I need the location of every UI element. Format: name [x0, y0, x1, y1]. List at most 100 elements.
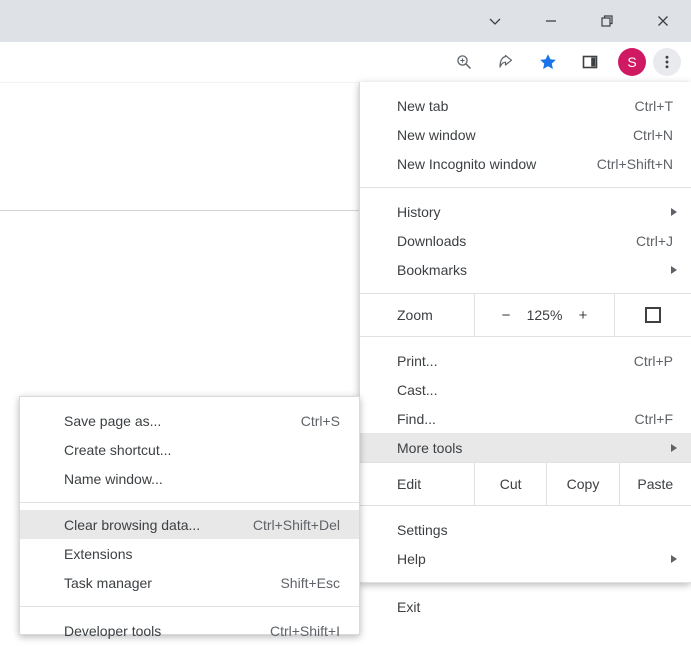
menu-group-padding — [360, 337, 691, 346]
menu-item-bookmarks[interactable]: Bookmarks — [360, 255, 691, 284]
submenu-group-padding — [20, 607, 359, 616]
zoom-in-button[interactable]: + — [574, 307, 592, 324]
fullscreen-button[interactable] — [614, 294, 691, 336]
menu-item-label: New tab — [397, 98, 448, 114]
share-button[interactable] — [486, 46, 526, 78]
submenu-group-padding — [20, 597, 359, 606]
menu-group-padding — [360, 284, 691, 293]
chrome-main-menu: New tab Ctrl+T New window Ctrl+N New Inc… — [359, 82, 691, 583]
more-tools-submenu: Save page as... Ctrl+S Create shortcut..… — [19, 396, 360, 635]
zoom-out-button[interactable]: − — [497, 307, 515, 324]
zoom-label: Zoom — [360, 294, 474, 336]
menu-item-shortcut: Ctrl+P — [634, 353, 673, 369]
chevron-right-icon — [671, 266, 677, 274]
fullscreen-icon — [645, 307, 661, 323]
menu-item-label: Cast... — [397, 382, 437, 398]
menu-item-shortcut: Ctrl+S — [301, 413, 340, 429]
copy-button[interactable]: Copy — [546, 463, 618, 505]
menu-group-padding — [360, 188, 691, 197]
menu-row-edit: Edit Cut Copy Paste — [360, 463, 691, 505]
menu-group-padding — [360, 583, 691, 592]
submenu-item-create-shortcut[interactable]: Create shortcut... — [20, 435, 359, 464]
menu-item-new-window[interactable]: New window Ctrl+N — [360, 120, 691, 149]
menu-item-more-tools[interactable]: More tools — [360, 433, 691, 462]
submenu-item-developer-tools[interactable]: Developer tools Ctrl+Shift+I — [20, 616, 359, 645]
menu-item-shortcut: Ctrl+J — [636, 233, 673, 249]
close-icon — [655, 13, 671, 29]
edit-label: Edit — [360, 463, 474, 505]
side-panel-icon — [581, 53, 599, 71]
menu-item-exit[interactable]: Exit — [360, 592, 691, 621]
menu-item-label: Clear browsing data... — [64, 517, 200, 533]
menu-item-help[interactable]: Help — [360, 544, 691, 573]
minimize-button[interactable] — [523, 0, 579, 42]
toolbar-actions: S — [443, 42, 687, 82]
tab-search-button[interactable] — [467, 0, 523, 42]
menu-item-find[interactable]: Find... Ctrl+F — [360, 404, 691, 433]
menu-item-new-incognito-window[interactable]: New Incognito window Ctrl+Shift+N — [360, 149, 691, 178]
menu-top-padding — [360, 82, 691, 91]
maximize-restore-button[interactable] — [579, 0, 635, 42]
close-button[interactable] — [635, 0, 691, 42]
submenu-item-clear-browsing-data[interactable]: Clear browsing data... Ctrl+Shift+Del — [20, 510, 359, 539]
submenu-group-padding — [20, 493, 359, 502]
zoom-controls: − 125% + — [474, 294, 614, 336]
zoom-level-value: 125% — [527, 307, 563, 323]
menu-item-label: New window — [397, 127, 476, 143]
menu-item-label: Settings — [397, 522, 448, 538]
submenu-top-padding — [20, 397, 359, 406]
window-controls — [467, 0, 691, 42]
menu-item-label: Extensions — [64, 546, 132, 562]
menu-item-shortcut: Ctrl+Shift+N — [597, 156, 673, 172]
window-title-bar — [0, 0, 691, 42]
submenu-item-name-window[interactable]: Name window... — [20, 464, 359, 493]
menu-item-label: History — [397, 204, 441, 220]
submenu-item-task-manager[interactable]: Task manager Shift+Esc — [20, 568, 359, 597]
menu-row-zoom: Zoom − 125% + — [360, 294, 691, 336]
menu-item-label: Find... — [397, 411, 436, 427]
menu-item-label: Developer tools — [64, 623, 161, 639]
paste-button[interactable]: Paste — [619, 463, 691, 505]
menu-item-new-tab[interactable]: New tab Ctrl+T — [360, 91, 691, 120]
menu-item-cast[interactable]: Cast... — [360, 375, 691, 404]
page-divider — [0, 210, 360, 211]
cut-button[interactable]: Cut — [474, 463, 546, 505]
menu-item-label: Name window... — [64, 471, 163, 487]
chevron-right-icon — [671, 208, 677, 216]
menu-group-padding — [360, 573, 691, 582]
menu-item-shortcut: Ctrl+Shift+I — [270, 623, 340, 639]
side-panel-button[interactable] — [570, 46, 610, 78]
menu-item-label: Print... — [397, 353, 437, 369]
share-icon — [497, 53, 515, 71]
chevron-down-icon — [487, 13, 503, 29]
menu-item-label: Exit — [397, 599, 420, 615]
menu-item-shortcut: Shift+Esc — [280, 575, 340, 591]
zoom-indicator-icon[interactable] — [444, 46, 484, 78]
menu-item-settings[interactable]: Settings — [360, 515, 691, 544]
menu-item-shortcut: Ctrl+Shift+Del — [253, 517, 340, 533]
submenu-item-save-page-as[interactable]: Save page as... Ctrl+S — [20, 406, 359, 435]
browser-toolbar: S — [0, 42, 691, 82]
menu-item-label: Save page as... — [64, 413, 161, 429]
minimize-icon — [543, 13, 559, 29]
menu-item-label: More tools — [397, 440, 462, 456]
menu-item-label: Task manager — [64, 575, 152, 591]
more-menu-button[interactable] — [653, 48, 681, 76]
three-dots-vertical-icon — [659, 54, 675, 70]
star-filled-icon — [538, 52, 558, 72]
chevron-right-icon — [671, 555, 677, 563]
menu-item-label: Bookmarks — [397, 262, 467, 278]
submenu-group-padding — [20, 503, 359, 510]
menu-item-shortcut: Ctrl+T — [635, 98, 674, 114]
avatar[interactable]: S — [618, 48, 646, 76]
submenu-item-extensions[interactable]: Extensions — [20, 539, 359, 568]
menu-item-label: Downloads — [397, 233, 466, 249]
menu-item-label: New Incognito window — [397, 156, 536, 172]
menu-item-downloads[interactable]: Downloads Ctrl+J — [360, 226, 691, 255]
chevron-right-icon — [671, 444, 677, 452]
bookmark-star-button[interactable] — [528, 46, 568, 78]
menu-item-history[interactable]: History — [360, 197, 691, 226]
menu-item-print[interactable]: Print... Ctrl+P — [360, 346, 691, 375]
menu-group-padding — [360, 506, 691, 515]
menu-item-shortcut: Ctrl+F — [635, 411, 674, 427]
